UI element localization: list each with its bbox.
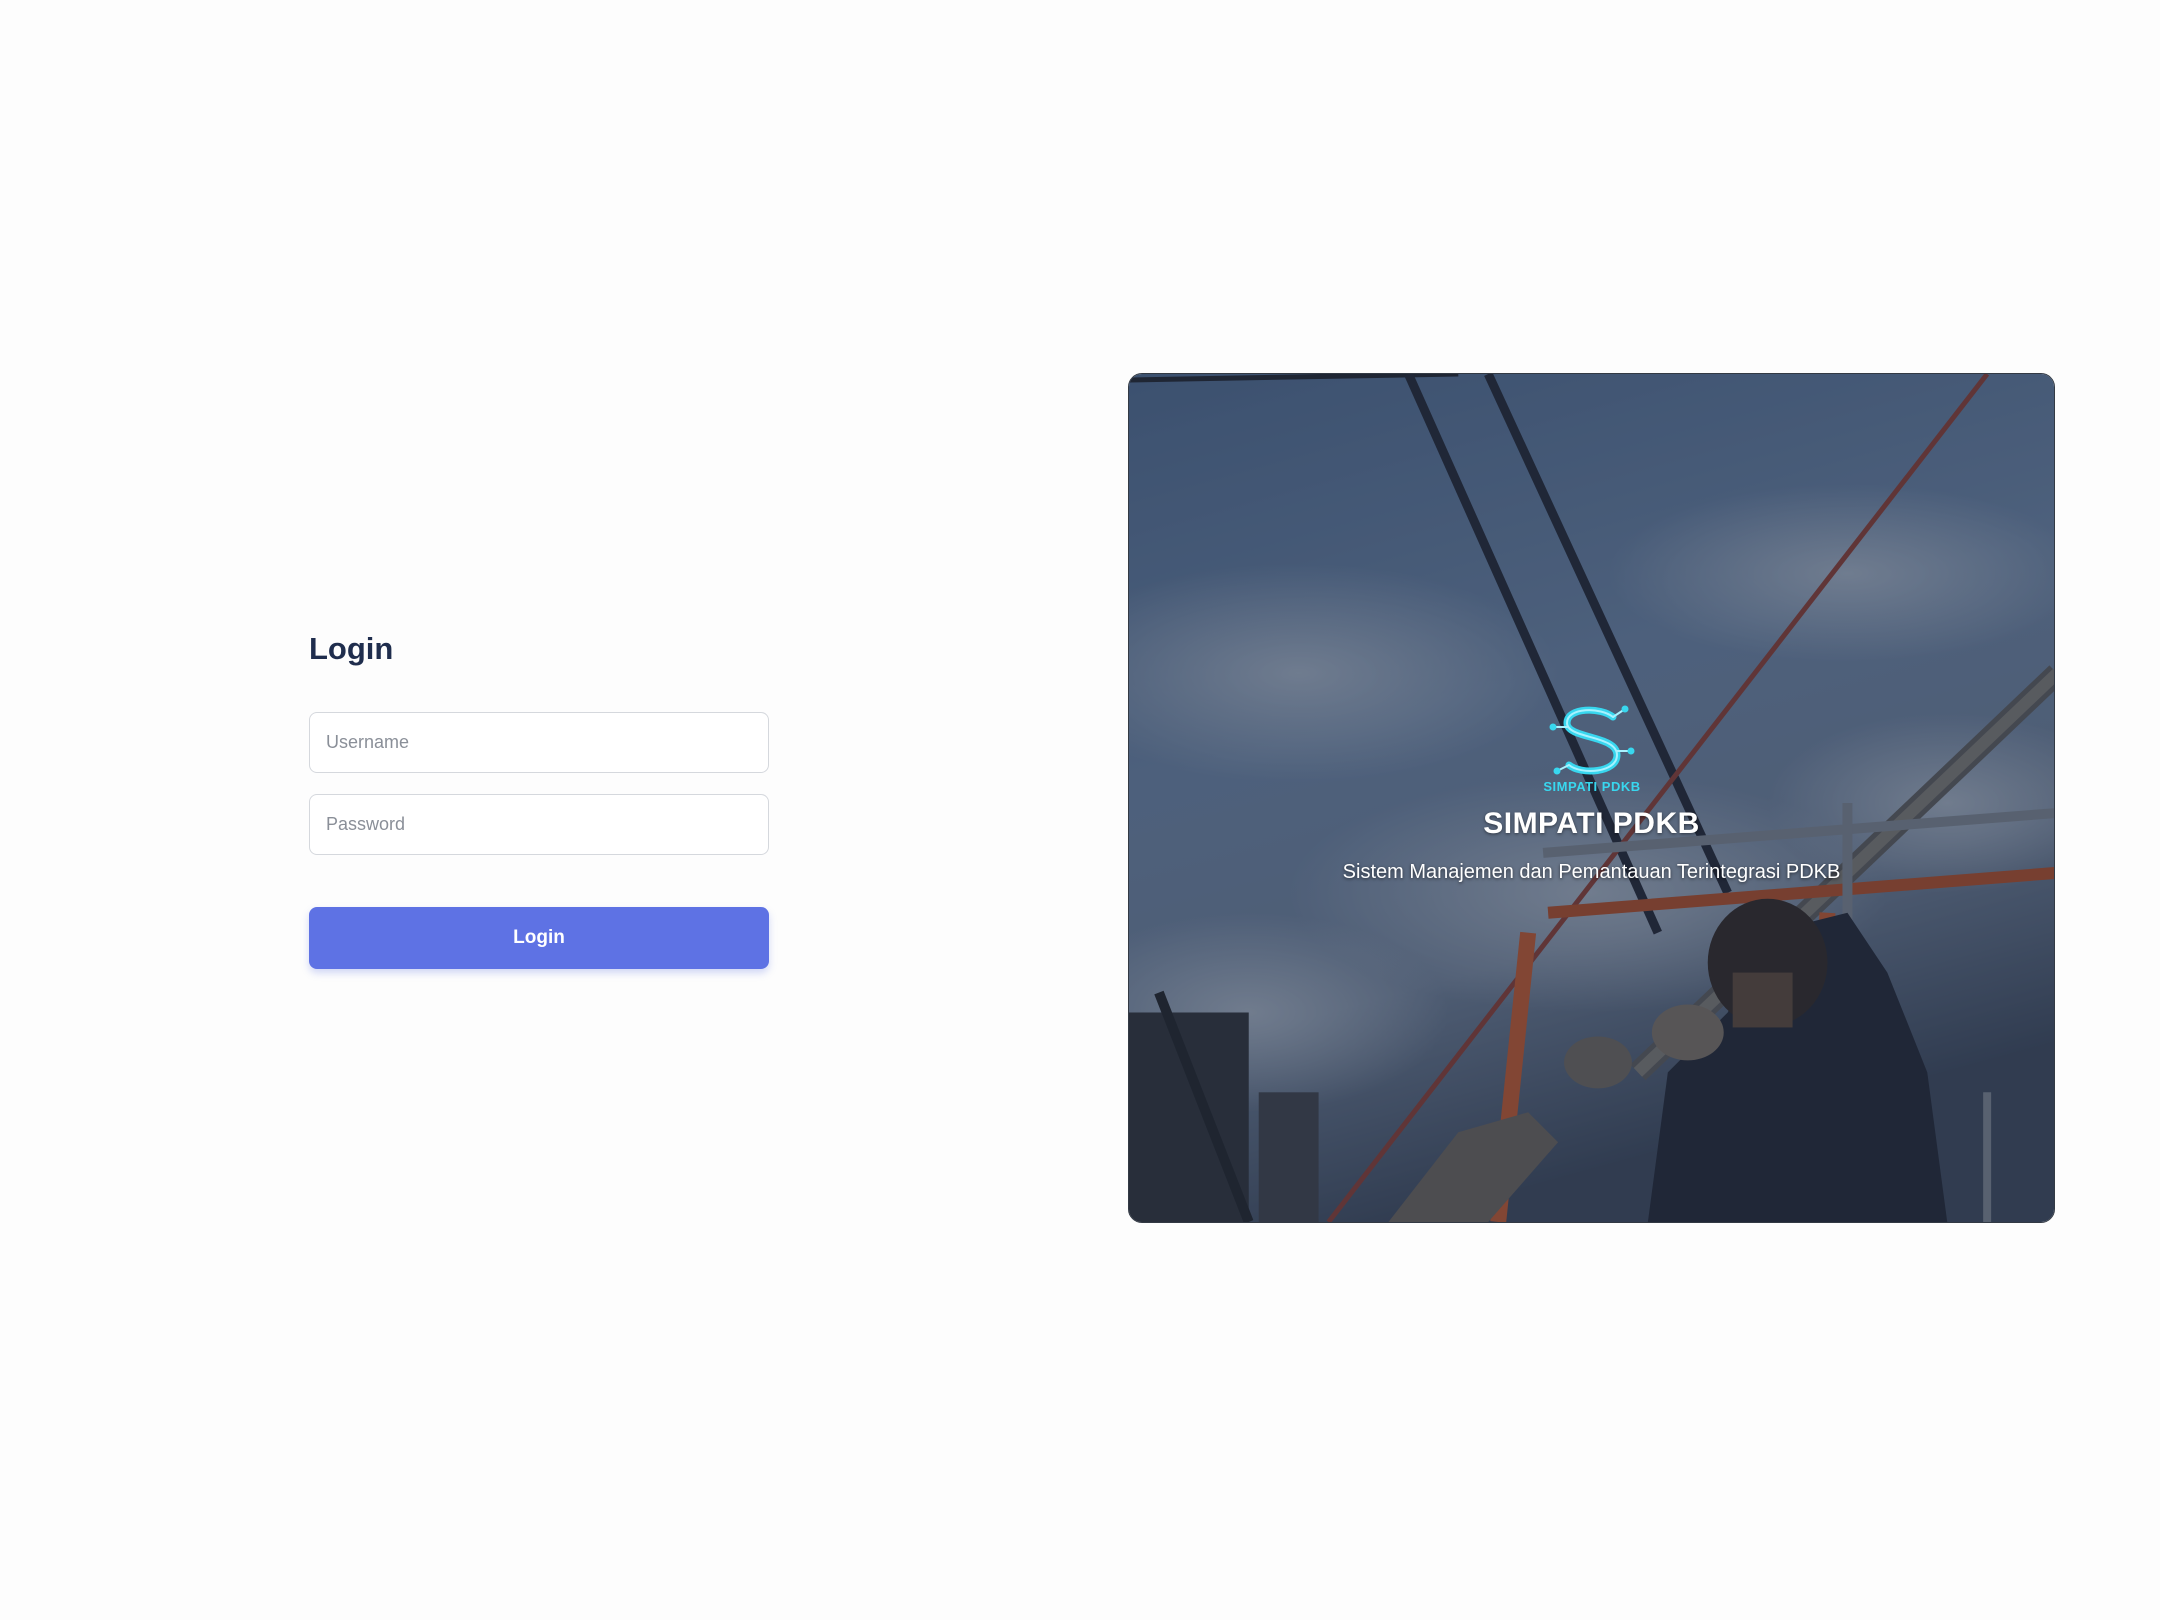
brand-tagline: Sistem Manajemen dan Pemantauan Terinteg…: [1342, 861, 1841, 883]
hero-branding: SIMPATI PDKB SIMPATI PDKB Sistem Manajem…: [1129, 699, 2054, 884]
hero-image-card: SIMPATI PDKB SIMPATI PDKB Sistem Manajem…: [1128, 373, 2055, 1223]
logo-wordmark: SIMPATI PDKB: [1543, 779, 1640, 794]
brand-name: SIMPATI PDKB: [1483, 807, 1700, 840]
login-title: Login: [309, 631, 394, 666]
username-input[interactable]: [309, 712, 769, 773]
simpati-s-logo-icon: SIMPATI PDKB: [1543, 705, 1640, 794]
login-form: Login Login: [309, 625, 769, 969]
login-button[interactable]: Login: [309, 907, 769, 969]
password-input[interactable]: [309, 794, 769, 855]
